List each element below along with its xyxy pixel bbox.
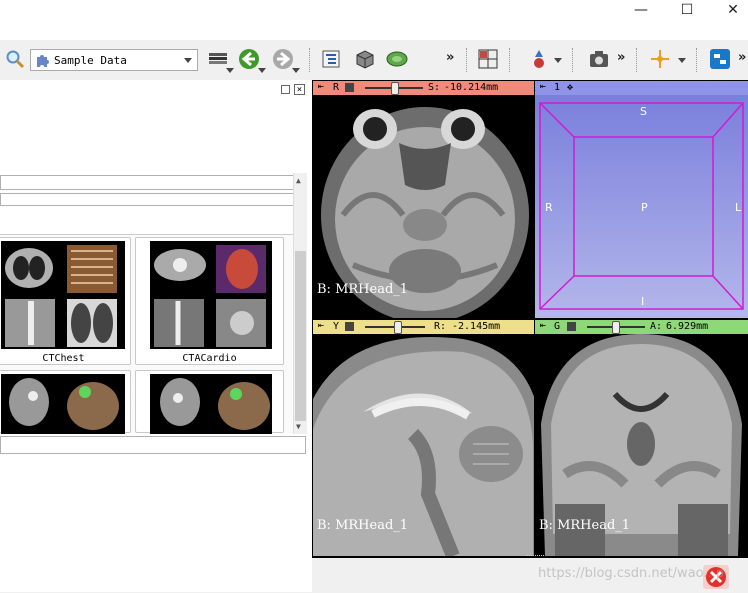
screenshot-icon[interactable]	[588, 48, 610, 70]
orientation-right: L	[735, 201, 742, 214]
scrollbar-thumb[interactable]	[295, 251, 306, 421]
toolbar-separator	[696, 48, 699, 72]
slice-offset: -2.145mm	[452, 321, 501, 332]
toolbar-separator	[466, 48, 469, 72]
data-module-icon[interactable]	[320, 48, 342, 70]
crosshair-icon[interactable]	[649, 48, 671, 70]
slice-slider-handle[interactable]	[391, 82, 399, 95]
sample-item-ctchest[interactable]: CTChest	[0, 237, 131, 365]
link-icon[interactable]	[345, 83, 354, 92]
threed-view[interactable]: S R L P I	[535, 95, 748, 318]
data-icon[interactable]	[207, 48, 229, 70]
orientation-center: P	[641, 201, 648, 214]
slice-slider-handle[interactable]	[394, 321, 402, 334]
toolbar-separator	[572, 48, 575, 72]
slice-orientation: A:	[650, 321, 663, 332]
sample-item-mrbraintumor2[interactable]	[135, 370, 284, 434]
close-button[interactable]: ✕	[710, 0, 748, 22]
splitter-handle[interactable]	[526, 555, 544, 559]
link-icon[interactable]	[567, 322, 576, 331]
maximize-button[interactable]: ☐	[664, 0, 710, 22]
back-arrow-icon[interactable]	[238, 48, 260, 70]
green-slice-view[interactable]: B: MRHead_1	[535, 334, 748, 556]
yellow-slice-view[interactable]: B: MRHead_1	[313, 334, 534, 556]
collapsible-header[interactable]	[0, 175, 294, 190]
sample-item-mrbraintumor1[interactable]	[0, 370, 131, 434]
ctchest-thumbnail	[1, 241, 125, 349]
extensions-icon[interactable]	[709, 48, 731, 70]
mrbraintumor1-thumbnail	[1, 374, 125, 434]
toolbar-separator	[636, 48, 639, 72]
module-panel: × CTChest CTACardio ▲ ▼	[0, 80, 312, 592]
chevron-down-icon[interactable]	[226, 68, 234, 73]
slice-offset: 6.929mm	[666, 321, 709, 332]
red-slice-view[interactable]: B: MRHead_1	[313, 95, 534, 318]
toolbar-separator	[509, 48, 512, 72]
module-selector-label: Sample Data	[54, 54, 127, 67]
pin-icon[interactable]: ⇤	[318, 81, 324, 92]
green-view-controller: ⇤ G A: 6.929mm	[535, 320, 748, 334]
sample-item-label: CTACardio	[182, 353, 237, 364]
slice-slider-handle[interactable]	[612, 321, 620, 334]
sample-item-label: CTChest	[42, 353, 85, 364]
slice-name: G	[554, 321, 561, 332]
link-icon[interactable]	[345, 322, 354, 331]
view-number: 1	[554, 82, 561, 93]
layout-icon[interactable]	[477, 48, 499, 70]
main-toolbar: Sample Data » » »	[0, 40, 748, 81]
chevron-down-icon	[184, 58, 192, 63]
pin-icon[interactable]: ⇤	[540, 320, 546, 331]
forward-arrow-icon[interactable]	[272, 48, 294, 70]
search-icon[interactable]	[4, 48, 26, 70]
red-view-controller: ⇤ R S: -10.214mm	[313, 81, 534, 95]
title-bar: — ☐ ✕	[0, 0, 748, 40]
orientation-top: S	[640, 105, 647, 118]
collapsible-header[interactable]	[0, 436, 306, 454]
more-modules-button[interactable]: »	[446, 50, 454, 65]
vertical-scrollbar[interactable]: ▲ ▼	[293, 173, 307, 434]
module-selector[interactable]: Sample Data	[30, 49, 198, 71]
chevron-down-icon[interactable]	[258, 68, 266, 73]
sample-item-ctacardio[interactable]: CTACardio	[135, 237, 284, 365]
puzzle-icon	[37, 55, 49, 67]
watermark: https://blog.csdn.net/wao...p	[538, 566, 725, 581]
volume-label: B: MRHead_1	[317, 518, 409, 533]
center-view-icon[interactable]: ✥	[567, 82, 573, 93]
volume-label: B: MRHead_1	[539, 518, 631, 533]
section-divider	[0, 210, 305, 235]
pin-icon[interactable]: ⇤	[318, 320, 324, 331]
ctacardio-thumbnail	[150, 241, 272, 349]
minimize-button[interactable]: —	[618, 0, 664, 22]
volume-label: B: MRHead_1	[317, 282, 409, 297]
slice-offset: -10.214mm	[444, 82, 499, 93]
orientation-bottom: I	[641, 295, 645, 308]
scroll-up-icon[interactable]: ▲	[296, 176, 301, 185]
mouse-mode-icon[interactable]	[528, 48, 550, 70]
orientation-left: R	[545, 201, 553, 214]
slice-name: R	[333, 82, 340, 93]
toolbar-separator	[309, 48, 312, 72]
slice-orientation: S:	[428, 82, 441, 93]
models-module-icon[interactable]	[386, 48, 408, 70]
pin-icon[interactable]: ⇤	[540, 81, 546, 92]
yellow-view-controller: ⇤ Y R: -2.145mm	[313, 320, 534, 334]
chevron-down-icon[interactable]	[292, 68, 300, 73]
chevron-down-icon[interactable]	[678, 58, 686, 63]
chevron-down-icon[interactable]	[554, 58, 562, 63]
threed-view-controller: ⇤ 1 ✥	[535, 81, 748, 95]
slice-orientation: R:	[434, 321, 447, 332]
collapsible-header[interactable]	[0, 193, 294, 206]
volumes-module-icon[interactable]	[354, 48, 376, 70]
more-extensions-button[interactable]: »	[738, 50, 746, 65]
more-tools-button[interactable]: »	[617, 50, 625, 65]
undock-panel-button[interactable]	[281, 85, 290, 94]
sample-data-list: CTChest CTACardio	[0, 235, 293, 434]
close-panel-button[interactable]: ×	[294, 84, 305, 95]
slice-name: Y	[333, 321, 340, 332]
scroll-down-icon[interactable]: ▼	[296, 422, 301, 431]
mrbraintumor2-thumbnail	[150, 374, 272, 434]
